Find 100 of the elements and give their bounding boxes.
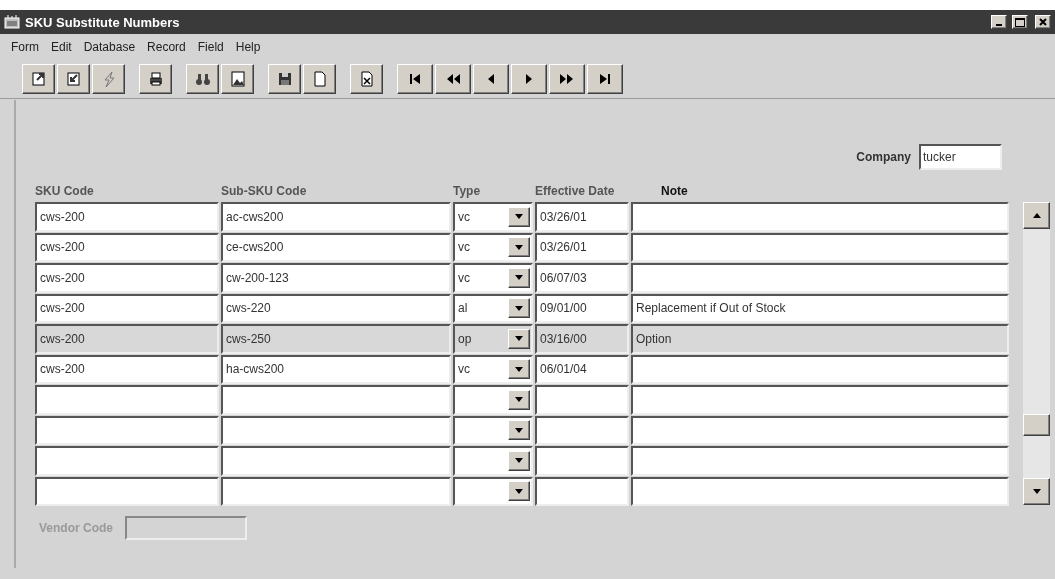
sub-sku-code-field[interactable]: ha-cws200 bbox=[221, 354, 451, 384]
sku-code-field[interactable]: cws-200 bbox=[35, 324, 219, 354]
effective-date-field[interactable] bbox=[535, 446, 629, 476]
sub-sku-code-field[interactable] bbox=[221, 476, 451, 506]
toolbar-button[interactable] bbox=[92, 64, 125, 94]
sub-sku-code-field[interactable] bbox=[221, 446, 451, 476]
sub-sku-code-field[interactable]: ce-cws200 bbox=[221, 232, 451, 262]
sku-code-field[interactable] bbox=[35, 446, 219, 476]
sub-sku-code-field[interactable]: cws-250 bbox=[221, 324, 451, 354]
caret-icon bbox=[515, 427, 523, 433]
toolbar-button[interactable] bbox=[57, 64, 90, 94]
sku-code-field[interactable]: cws-200 bbox=[35, 354, 219, 384]
effective-date-field[interactable] bbox=[535, 476, 629, 506]
sku-code-header: SKU Code bbox=[35, 184, 95, 198]
scroll-down-button[interactable] bbox=[1023, 478, 1050, 505]
doc-arrow-icon bbox=[64, 70, 83, 88]
toolbar-button[interactable] bbox=[268, 64, 301, 94]
menu-item[interactable]: Record bbox=[142, 38, 191, 56]
note-field[interactable] bbox=[631, 446, 1009, 476]
vertical-scrollbar[interactable] bbox=[1023, 202, 1050, 505]
type-dropdown[interactable]: al bbox=[453, 293, 533, 323]
company-field[interactable]: tucker bbox=[919, 144, 1002, 170]
close-icon bbox=[1039, 18, 1047, 26]
toolbar-button[interactable] bbox=[473, 64, 509, 94]
toolbar-button[interactable] bbox=[221, 64, 254, 94]
sub-sku-code-field[interactable]: cw-200-123 bbox=[221, 263, 451, 293]
toolbar-button[interactable] bbox=[587, 64, 623, 94]
sku-code-field[interactable]: cws-200 bbox=[35, 232, 219, 262]
sub-sku-code-field[interactable]: ac-cws200 bbox=[221, 202, 451, 232]
effective-date-field[interactable] bbox=[535, 385, 629, 415]
sub-sku-code-field[interactable] bbox=[221, 385, 451, 415]
doc-arrow-icon bbox=[29, 70, 48, 88]
vendor-code-label: Vendor Code bbox=[39, 521, 113, 535]
sku-code-field[interactable] bbox=[35, 476, 219, 506]
sku-code-field[interactable] bbox=[35, 415, 219, 445]
sku-code-field[interactable]: cws-200 bbox=[35, 202, 219, 232]
toolbar-button[interactable] bbox=[303, 64, 336, 94]
sku-code-field[interactable]: cws-200 bbox=[35, 293, 219, 323]
sub-sku-code-header: Sub-SKU Code bbox=[221, 184, 308, 198]
app-icon bbox=[4, 14, 20, 30]
menu-item[interactable]: Field bbox=[192, 38, 229, 56]
caret-icon bbox=[515, 305, 523, 311]
scroll-up-button[interactable] bbox=[1023, 202, 1050, 229]
type-dropdown[interactable]: vc bbox=[453, 354, 533, 384]
sub-sku-code-field[interactable]: cws-220 bbox=[221, 293, 451, 323]
effective-date-field[interactable]: 03/26/01 bbox=[535, 232, 629, 262]
toolbar-button[interactable] bbox=[549, 64, 585, 94]
toolbar-button[interactable] bbox=[139, 64, 172, 94]
minimize-button[interactable] bbox=[991, 15, 1007, 29]
effective-date-field[interactable]: 06/07/03 bbox=[535, 263, 629, 293]
sku-code-field[interactable]: cws-200 bbox=[35, 263, 219, 293]
note-field[interactable] bbox=[631, 232, 1009, 262]
down-arrow-icon bbox=[1032, 489, 1041, 494]
window-title: SKU Substitute Numbers bbox=[25, 14, 180, 30]
toolbar-button[interactable] bbox=[435, 64, 471, 94]
note-field[interactable]: Replacement if Out of Stock bbox=[631, 293, 1009, 323]
menu-item[interactable]: Edit bbox=[46, 38, 77, 56]
type-dropdown[interactable]: vc bbox=[453, 263, 533, 293]
type-header: Type bbox=[453, 184, 482, 198]
effective-date-field[interactable]: 06/01/04 bbox=[535, 354, 629, 384]
picture-icon bbox=[228, 70, 247, 88]
toolbar-button[interactable] bbox=[22, 64, 55, 94]
toolbar-button[interactable] bbox=[350, 64, 383, 94]
effective-date-field[interactable]: 03/16/00 bbox=[535, 324, 629, 354]
note-field[interactable] bbox=[631, 263, 1009, 293]
effective-date-field[interactable]: 09/01/00 bbox=[535, 293, 629, 323]
menu-item[interactable]: Form bbox=[6, 38, 44, 56]
caret-icon bbox=[515, 275, 523, 281]
close-button[interactable] bbox=[1035, 15, 1051, 29]
scroll-thumb[interactable] bbox=[1023, 414, 1050, 436]
effective-date-header: Effective Date bbox=[535, 184, 616, 198]
toolbar-button[interactable] bbox=[397, 64, 433, 94]
toolbar-button[interactable] bbox=[186, 64, 219, 94]
type-dropdown[interactable] bbox=[453, 476, 533, 506]
type-dropdown[interactable] bbox=[453, 385, 533, 415]
maximize-button[interactable] bbox=[1012, 15, 1028, 29]
menu-item[interactable]: Help bbox=[230, 38, 266, 56]
type-dropdown[interactable]: vc bbox=[453, 232, 533, 262]
type-dropdown[interactable]: vc bbox=[453, 202, 533, 232]
type-dropdown[interactable] bbox=[453, 446, 533, 476]
caret-icon bbox=[515, 244, 523, 250]
effective-date-field[interactable]: 03/26/01 bbox=[535, 202, 629, 232]
note-field[interactable] bbox=[631, 354, 1009, 384]
company-label: Company bbox=[856, 150, 911, 164]
note-field[interactable] bbox=[631, 415, 1009, 445]
note-field[interactable] bbox=[631, 385, 1009, 415]
caret-icon bbox=[515, 336, 523, 342]
note-field[interactable] bbox=[631, 476, 1009, 506]
up-arrow-icon bbox=[1032, 213, 1041, 218]
type-dropdown[interactable]: op bbox=[453, 324, 533, 354]
sub-sku-code-field[interactable] bbox=[221, 415, 451, 445]
toolbar-button[interactable] bbox=[511, 64, 547, 94]
type-dropdown[interactable] bbox=[453, 415, 533, 445]
note-field[interactable] bbox=[631, 202, 1009, 232]
note-field[interactable]: Option bbox=[631, 324, 1009, 354]
menu-item[interactable]: Database bbox=[78, 38, 141, 56]
sku-code-field[interactable] bbox=[35, 385, 219, 415]
caret-icon bbox=[515, 488, 523, 494]
caret-icon bbox=[515, 458, 523, 464]
effective-date-field[interactable] bbox=[535, 415, 629, 445]
